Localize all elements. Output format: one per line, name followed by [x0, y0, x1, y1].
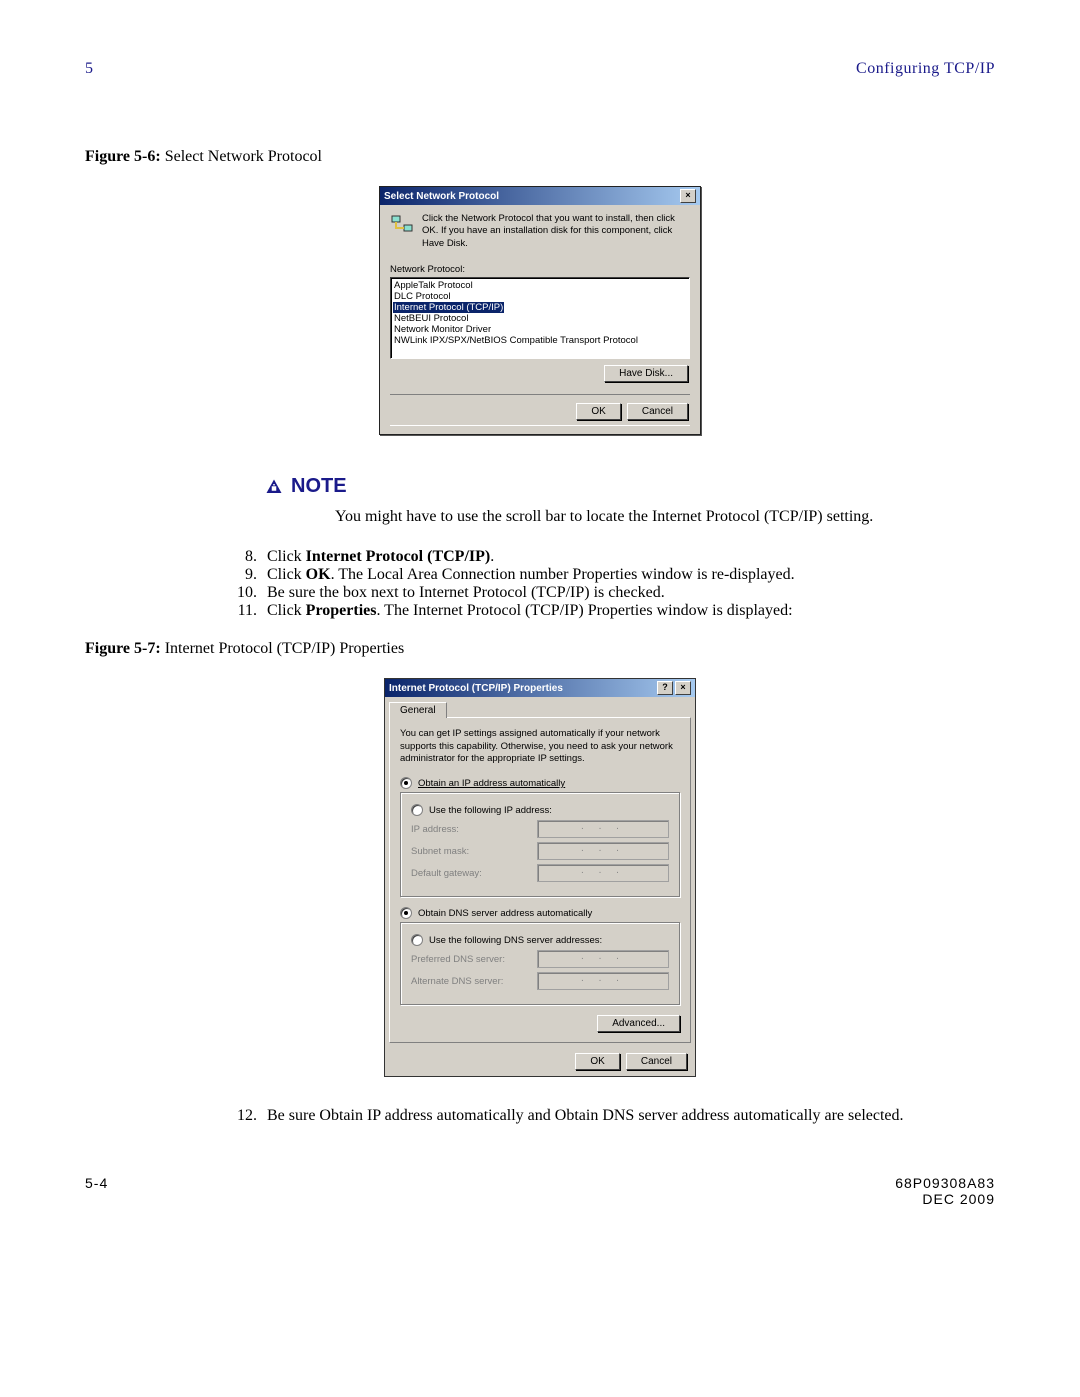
list-item-selected[interactable]: Internet Protocol (TCP/IP)	[393, 302, 504, 313]
tcpip-properties-dialog: Internet Protocol (TCP/IP) Properties ? …	[384, 678, 696, 1077]
default-gateway-label: Default gateway:	[411, 868, 482, 879]
list-item[interactable]: NWLink IPX/SPX/NetBIOS Compatible Transp…	[393, 335, 687, 346]
ip-address-field[interactable]: . . .	[537, 820, 669, 838]
default-gateway-field[interactable]: . . .	[537, 864, 669, 882]
dialog-title: Select Network Protocol	[384, 191, 499, 202]
alternate-dns-label: Alternate DNS server:	[411, 976, 503, 987]
radio-icon	[400, 777, 412, 789]
advanced-button[interactable]: Advanced...	[597, 1015, 680, 1032]
note-label: NOTE	[291, 475, 347, 498]
radio-use-following-dns[interactable]: Use the following DNS server addresses:	[411, 934, 669, 946]
section-title: Configuring TCP/IP	[856, 60, 995, 78]
ok-button[interactable]: OK	[575, 1053, 619, 1070]
radio-icon	[400, 907, 412, 919]
dialog-description: You can get IP settings assigned automat…	[400, 728, 680, 765]
select-network-protocol-dialog: Select Network Protocol × Click the Netw…	[379, 186, 701, 435]
subnet-mask-field[interactable]: . . .	[537, 842, 669, 860]
tab-general[interactable]: General	[389, 702, 447, 718]
list-item[interactable]: Network Monitor Driver	[393, 324, 687, 335]
page-header: 5 Configuring TCP/IP	[85, 60, 995, 78]
ok-button[interactable]: OK	[576, 403, 620, 420]
chapter-number: 5	[85, 60, 93, 78]
page-number: 5-4	[85, 1175, 108, 1207]
help-icon[interactable]: ?	[657, 681, 673, 695]
dialog-title: Internet Protocol (TCP/IP) Properties	[389, 683, 563, 694]
cancel-button[interactable]: Cancel	[627, 403, 688, 420]
doc-date: DEC 2009	[895, 1191, 995, 1207]
ip-address-label: IP address:	[411, 824, 459, 835]
step-12: 12.Be sure Obtain IP address automatical…	[225, 1107, 995, 1125]
cancel-button[interactable]: Cancel	[626, 1053, 687, 1070]
radio-icon	[411, 934, 423, 946]
preferred-dns-field[interactable]: . . .	[537, 950, 669, 968]
network-icon	[390, 213, 414, 237]
note-icon	[265, 478, 283, 496]
radio-obtain-ip-auto[interactable]: Obtain an IP address automatically	[400, 777, 680, 789]
note-block: NOTE You might have to use the scroll ba…	[265, 475, 995, 528]
dialog-info-text: Click the Network Protocol that you want…	[422, 213, 690, 250]
figure-5-7-caption: Figure 5-7: Internet Protocol (TCP/IP) P…	[85, 640, 995, 658]
radio-use-following-ip[interactable]: Use the following IP address:	[411, 804, 669, 816]
radio-obtain-dns-auto[interactable]: Obtain DNS server address automatically	[400, 907, 680, 919]
page-footer: 5-4 68P09308A83 DEC 2009	[85, 1175, 995, 1207]
radio-icon	[411, 804, 423, 816]
titlebar[interactable]: Internet Protocol (TCP/IP) Properties ? …	[385, 679, 695, 697]
preferred-dns-label: Preferred DNS server:	[411, 954, 505, 965]
figure-title: Internet Protocol (TCP/IP) Properties	[161, 640, 405, 657]
instruction-steps: 8.Click Internet Protocol (TCP/IP). 9.Cl…	[225, 548, 995, 620]
list-item[interactable]: NetBEUI Protocol	[393, 313, 687, 324]
protocol-listbox[interactable]: AppleTalk Protocol DLC Protocol Internet…	[390, 277, 690, 359]
listbox-label: Network Protocol:	[390, 264, 690, 275]
titlebar[interactable]: Select Network Protocol ×	[380, 187, 700, 205]
close-icon[interactable]: ×	[680, 189, 696, 203]
alternate-dns-field[interactable]: . . .	[537, 972, 669, 990]
close-icon[interactable]: ×	[675, 681, 691, 695]
list-item[interactable]: AppleTalk Protocol	[393, 280, 687, 291]
note-text: You might have to use the scroll bar to …	[335, 506, 995, 528]
figure-5-6-caption: Figure 5-6: Select Network Protocol	[85, 148, 995, 166]
doc-id: 68P09308A83	[895, 1175, 995, 1191]
have-disk-button[interactable]: Have Disk...	[604, 365, 688, 382]
figure-label: Figure 5-7:	[85, 640, 161, 657]
figure-title: Select Network Protocol	[161, 148, 322, 165]
subnet-mask-label: Subnet mask:	[411, 846, 469, 857]
figure-label: Figure 5-6:	[85, 148, 161, 165]
list-item[interactable]: DLC Protocol	[393, 291, 687, 302]
